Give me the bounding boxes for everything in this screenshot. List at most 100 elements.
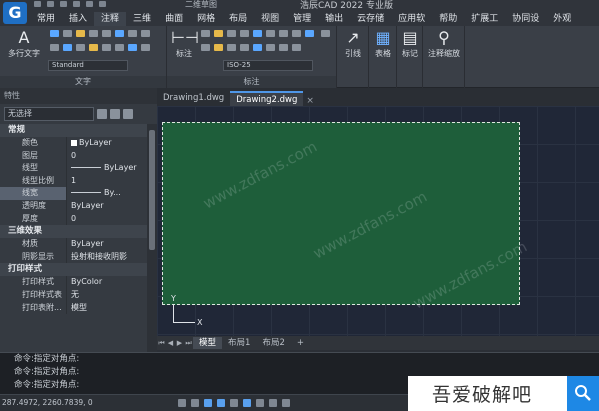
lineweight-icon[interactable] (256, 399, 264, 407)
menu-item[interactable]: 视图 (254, 12, 286, 26)
otrack-icon[interactable] (243, 399, 251, 407)
property-row[interactable]: 厚度 0 (0, 212, 147, 226)
ribbon: A 多行文字 Standard 文字 ⊢⊣ 标注 ISO-25 标注 ↗ 引线 … (0, 26, 599, 88)
property-value[interactable]: ByLayer (66, 199, 147, 213)
workspace-selector[interactable]: 二维草图 (185, 0, 217, 10)
dimension-button[interactable]: ⊢⊣ 标注 (171, 28, 199, 59)
property-value[interactable]: 0 (66, 212, 147, 226)
mark-button[interactable]: ▤ 标记 (398, 28, 422, 59)
dim-panel-label: 标注 (167, 76, 336, 88)
prev-tab-icon[interactable]: ◀ (166, 339, 175, 347)
property-row[interactable]: 打印表附... 模型 (0, 301, 147, 315)
drawing-canvas[interactable]: www.zdfans.com www.zdfans.com www.zdfans… (157, 106, 599, 336)
properties-section-title[interactable]: 常规 (0, 124, 147, 137)
quick-select-icon[interactable] (123, 109, 133, 119)
table-button[interactable]: ▦ 表格 (370, 28, 396, 59)
layout-tabs: ⏮ ◀ ▶ ⏭ 模型 布局1 布局2 + (157, 336, 599, 350)
menu-item[interactable]: 常用 (30, 12, 62, 26)
property-row[interactable]: 颜色 ByLayer (0, 137, 147, 150)
menu-item[interactable]: 云存储 (350, 12, 391, 26)
osnap-icon[interactable] (230, 399, 238, 407)
property-value[interactable]: ByColor (66, 276, 147, 289)
property-row[interactable]: 图层 0 (0, 149, 147, 163)
leader-label: 引线 (345, 49, 361, 58)
status-toggles[interactable] (178, 399, 295, 409)
ucs-x-axis (173, 322, 195, 323)
property-row[interactable]: 线型 ByLayer (0, 162, 147, 175)
polar-icon[interactable] (217, 399, 225, 407)
property-row[interactable]: 透明度 ByLayer (0, 199, 147, 213)
properties-scrollbar[interactable] (147, 124, 157, 352)
search-icon[interactable] (567, 376, 599, 411)
transparency-icon[interactable] (269, 399, 277, 407)
first-tab-icon[interactable]: ⏮ (157, 339, 166, 348)
tab-drawing1[interactable]: Drawing1.dwg (157, 91, 230, 106)
tab-drawing2[interactable]: Drawing2.dwg (230, 91, 304, 106)
menu-item[interactable]: 协同设 (505, 12, 546, 26)
mark-label: 标记 (402, 49, 418, 58)
tab-layout2[interactable]: 布局2 (256, 337, 290, 349)
selection-dropdown[interactable]: 无选择 (4, 107, 94, 121)
menu-item[interactable]: 输出 (318, 12, 350, 26)
property-value[interactable]: By... (66, 187, 147, 200)
dimension-tools[interactable] (199, 28, 333, 56)
property-row[interactable]: 线宽 By... (0, 187, 147, 200)
ucs-y-axis (173, 304, 174, 322)
text-tools[interactable] (48, 28, 166, 56)
property-value-text: 1 (71, 175, 77, 185)
properties-section-title[interactable]: 三维效果 (0, 225, 147, 239)
menu-item[interactable]: 布局 (222, 12, 254, 26)
property-value[interactable]: ByLayer (66, 137, 147, 150)
linetype-sample-icon (71, 167, 101, 169)
new-icon[interactable] (34, 1, 41, 7)
print-icon[interactable] (73, 1, 80, 7)
menu-item[interactable]: 管理 (286, 12, 318, 26)
menu-item[interactable]: 曲面 (158, 12, 190, 26)
save-icon[interactable] (60, 1, 67, 7)
property-row[interactable]: 打印样式表无 (0, 288, 147, 302)
property-row[interactable]: 打印样式 ByColor (0, 276, 147, 289)
menu-item[interactable]: 网格 (190, 12, 222, 26)
property-value[interactable]: 1 (66, 174, 147, 188)
menu-item[interactable]: 外观 (546, 12, 578, 26)
tab-model[interactable]: 模型 (193, 337, 223, 349)
grid-icon[interactable] (191, 399, 199, 407)
property-row[interactable]: 线型比例 1 (0, 174, 147, 188)
menu-item[interactable]: 应用软 (391, 12, 432, 26)
menu-item[interactable]: 帮助 (432, 12, 464, 26)
property-row[interactable]: 阴影显示 投射和接收阴影 (0, 250, 147, 264)
menu-item[interactable]: 插入 (62, 12, 94, 26)
property-value[interactable]: 0 (66, 149, 147, 163)
app-logo[interactable]: G (3, 2, 27, 24)
toggle-pickadd-icon[interactable] (97, 109, 107, 119)
property-value[interactable]: ByLayer (66, 238, 147, 251)
property-value[interactable]: 模型 (66, 301, 147, 315)
property-value[interactable]: ByLayer (66, 162, 147, 175)
snap-icon[interactable] (178, 399, 186, 407)
undo-icon[interactable] (86, 1, 93, 7)
last-tab-icon[interactable]: ⏭ (184, 339, 193, 348)
text-style-dropdown[interactable]: Standard (48, 60, 128, 71)
close-tab-icon[interactable]: × (303, 96, 317, 106)
select-objects-icon[interactable] (110, 109, 120, 119)
menu-item[interactable]: 扩展工 (464, 12, 505, 26)
properties-section-title[interactable]: 打印样式 (0, 263, 147, 277)
coordinate-readout[interactable]: 287.4972, 2260.7839, 0 (2, 398, 93, 407)
menu-item[interactable]: 三维 (126, 12, 158, 26)
annotation-scale-button[interactable]: ⚲ 注释缩放 (424, 28, 464, 59)
redo-icon[interactable] (99, 1, 106, 7)
property-value[interactable]: 投射和接收阴影 (66, 250, 147, 264)
quick-access-toolbar[interactable] (34, 0, 174, 10)
next-tab-icon[interactable]: ▶ (175, 339, 184, 347)
selection-cycling-icon[interactable] (282, 399, 290, 407)
dim-style-dropdown[interactable]: ISO-25 (223, 60, 313, 71)
property-value[interactable]: 无 (66, 288, 147, 302)
tab-layout1[interactable]: 布局1 (222, 337, 256, 349)
mtext-button[interactable]: A 多行文字 (4, 28, 44, 59)
property-row[interactable]: 材质 ByLayer (0, 238, 147, 251)
menu-item[interactable]: 注释 (94, 12, 127, 26)
leader-button[interactable]: ↗ 引线 (339, 28, 367, 59)
open-icon[interactable] (47, 1, 54, 7)
ortho-icon[interactable] (204, 399, 212, 407)
add-layout-button[interactable]: + (291, 337, 310, 349)
